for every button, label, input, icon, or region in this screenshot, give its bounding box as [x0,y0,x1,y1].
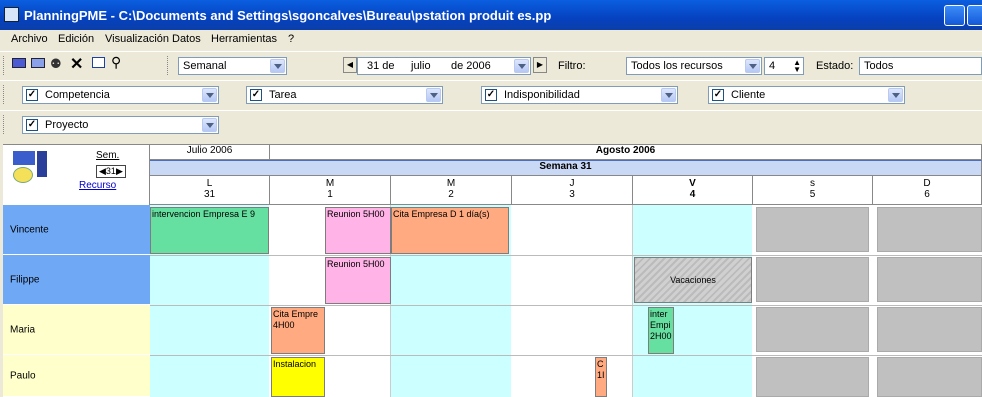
day-header-4[interactable]: V4 [633,176,753,205]
menu-herramientas[interactable]: Herramientas [211,33,277,45]
week-nav[interactable]: ◀31▶ [96,165,126,178]
task-vacaciones[interactable]: Vacaciones [634,257,752,303]
planning-grid: Sem. ◀31▶ Recurso Julio 2006 Agosto 2006… [3,144,982,397]
date-picker[interactable]: 31 de julio de 2006 [357,57,531,75]
weekend-block [877,257,982,302]
resource-row-maria[interactable]: Maria [3,305,150,355]
chevron-down-icon [426,88,441,102]
task-instalacion[interactable]: Instalacion [271,357,325,397]
task-intervencion-maria[interactable]: inter Empi 2H00 [648,307,674,354]
menu-archivo[interactable]: Archivo [11,33,48,45]
competencia-filter[interactable]: ✓ Competencia [22,86,219,104]
menu-visualizacion[interactable]: Visualización [105,33,169,45]
resource-row-paulo[interactable]: Paulo [3,355,150,397]
chevron-down-icon [745,59,760,73]
filter-toolbar: ✓ Competencia ✓ Tarea ✓ Indisponibilidad… [0,80,982,108]
weekend-block [877,307,982,352]
day-header-2[interactable]: M2 [391,176,512,205]
chevron-down-icon [888,88,903,102]
prev-date-button[interactable]: ◀ [343,57,357,73]
indisponibilidad-checkbox[interactable]: ✓ [485,89,497,101]
toolbar-grip [3,85,6,104]
proyecto-checkbox[interactable]: ✓ [26,119,38,131]
day-header-5[interactable]: s5 [753,176,873,205]
sem-link[interactable]: Sem. [96,150,119,161]
project-toolbar: ✓ Proyecto [0,110,982,142]
minimize-button[interactable] [944,5,965,26]
window-icon[interactable] [92,57,105,68]
week-band: Semana 31 [150,160,982,176]
count-spinner[interactable]: 4 ▲ ▼ [764,57,804,75]
resource-row-vincente[interactable]: Vincente [3,205,150,255]
people-icon[interactable]: ⚉ [50,56,62,72]
recurso-link[interactable]: Recurso [79,180,116,191]
clock-icon [13,167,33,183]
row-divider [150,355,982,356]
toolbar-separator [167,56,170,75]
planning-logo-bars [37,151,47,177]
state-label: Estado: [816,60,854,72]
task-cita-empresa-d[interactable]: Cita Empresa D 1 día(s) [391,207,509,254]
tarea-checkbox[interactable]: ✓ [250,89,262,101]
weekend-block [756,257,869,302]
chevron-down-icon [202,88,217,102]
menu-bar: Archivo Edición Visualización Datos Herr… [0,30,982,49]
row-divider [150,255,982,256]
chevron-down-icon [661,88,676,102]
weekend-block [877,357,982,397]
cliente-checkbox[interactable]: ✓ [712,89,724,101]
day-header-1[interactable]: M1 [270,176,391,205]
chevron-down-icon [202,118,217,132]
weekend-block [756,307,869,352]
row-divider [150,305,982,306]
task-reunion-filippe[interactable]: Reunion 5H00 [325,257,391,304]
toolbar-grip [3,115,6,134]
weekend-block [877,207,982,252]
menu-datos[interactable]: Datos [172,33,201,45]
cliente-filter[interactable]: ✓ Cliente [708,86,905,104]
task-cita-maria[interactable]: Cita Empre 4H00 [271,307,325,354]
weekend-block [756,207,869,252]
task-intervencion[interactable]: intervencion Empresa E 9 [150,207,269,254]
delete-icon[interactable]: ✕ [70,54,83,74]
state-field[interactable]: Todos [859,57,982,75]
spinner-arrows-icon[interactable]: ▲ ▼ [793,59,801,74]
view-select[interactable]: Semanal [178,57,287,75]
title-bar: PlanningPME - C:\Documents and Settings\… [0,0,982,30]
day-header-6[interactable]: D6 [873,176,982,205]
month-header-agosto: Agosto 2006 [270,145,982,160]
grid-corner: Sem. ◀31▶ Recurso [3,145,150,212]
toolbar-grip [3,56,6,75]
resource-row-filippe[interactable]: Filippe [3,255,150,305]
indisponibilidad-filter[interactable]: ✓ Indisponibilidad [481,86,678,104]
planning-logo-icon [13,151,35,165]
proyecto-filter[interactable]: ✓ Proyecto [22,116,219,134]
chevron-down-icon [270,59,285,73]
window-title: PlanningPME - C:\Documents and Settings\… [24,8,552,23]
task-view-icon[interactable] [31,58,45,68]
menu-help[interactable]: ? [288,33,294,45]
day-column-3[interactable] [512,205,633,397]
restore-button[interactable] [967,5,982,26]
task-cita-paulo[interactable]: C 1I [595,357,607,397]
tarea-filter[interactable]: ✓ Tarea [246,86,443,104]
next-date-button[interactable]: ▶ [533,57,547,73]
menu-edicion[interactable]: Edición [58,33,94,45]
filter-select[interactable]: Todos los recursos [626,57,762,75]
task-reunion[interactable]: Reunion 5H00 [325,207,391,254]
competencia-checkbox[interactable]: ✓ [26,89,38,101]
day-header-3[interactable]: J3 [512,176,633,205]
search-icon[interactable]: ⚲ [111,54,121,71]
main-toolbar: ⚉ ✕ ⚲ Semanal ◀ 31 de julio de 2006 ▶ Fi… [0,51,982,79]
day-header-31[interactable]: L 31 [150,176,270,205]
filter-label: Filtro: [558,60,586,72]
month-header-julio: Julio 2006 [150,145,270,160]
resource-view-icon[interactable] [12,58,26,68]
weekend-block [756,357,869,397]
chevron-down-icon [514,59,529,73]
app-icon [4,7,19,22]
